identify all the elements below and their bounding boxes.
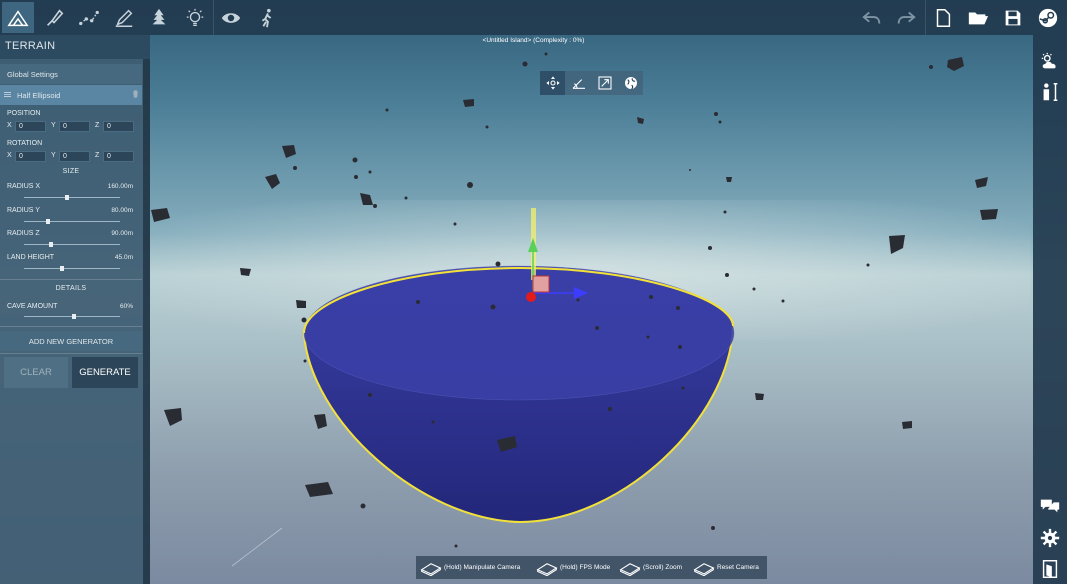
island-title: <Untitled Island> (Complexity : 0%) (482, 37, 585, 44)
slider-value: 90.00m (111, 230, 133, 237)
size-heading: SIZE (62, 168, 80, 175)
terrain-panel: TERRAIN Global Settings Half Ellipsoid P… (0, 35, 150, 584)
terrain-icon[interactable] (2, 2, 34, 33)
cave-amount-thumb[interactable] (71, 314, 76, 319)
slider-track[interactable] (24, 244, 120, 245)
right-sidebar (1033, 35, 1067, 584)
mouse-scroll-icon (619, 562, 641, 576)
walk-icon[interactable] (251, 2, 283, 33)
rotate-icon[interactable] (566, 71, 591, 95)
control-hints: (Hold) Manipulate Camera (Hold) FPS Mode (… (416, 556, 767, 579)
hint-item: (Scroll) Zoom (619, 556, 682, 579)
gizmo-toolbar (540, 71, 643, 95)
position-y-field[interactable]: 0 (59, 121, 90, 132)
clear-button[interactable]: CLEAR (4, 357, 68, 388)
cave-amount-value: 60% (119, 303, 133, 310)
rotation-label: ROTATION (7, 140, 43, 147)
mouse-middle-icon (693, 562, 715, 576)
generator-label: Half Ellipsoid (17, 91, 61, 100)
rotation-x-axis: X (7, 152, 12, 159)
slider-label: RADIUS Z (7, 230, 40, 237)
slider-label: RADIUS X (7, 183, 41, 190)
save-icon[interactable] (997, 2, 1029, 33)
light-icon[interactable] (179, 2, 211, 33)
island-scene (150, 52, 1030, 567)
panel-scrollbar[interactable] (143, 59, 150, 584)
hint-item: (Hold) FPS Mode (536, 556, 610, 579)
hint-text: (Hold) Manipulate Camera (444, 564, 521, 571)
move-icon[interactable] (540, 71, 565, 95)
add-generator-button[interactable]: ADD NEW GENERATOR (0, 331, 142, 351)
cave-amount-label: CAVE AMOUNT (7, 303, 58, 310)
position-x-axis: X (7, 122, 12, 129)
slider-track[interactable] (24, 197, 120, 198)
undo-icon[interactable] (856, 2, 888, 33)
rotation-y-field[interactable]: 0 (59, 151, 90, 162)
slider-value: 160.00m (107, 183, 133, 190)
scale-figure-icon[interactable] (1037, 79, 1063, 105)
position-z-field[interactable]: 0 (103, 121, 134, 132)
slider-track[interactable] (24, 268, 120, 269)
rotation-y-axis: Y (51, 152, 56, 159)
eye-icon[interactable] (215, 2, 247, 33)
open-folder-icon[interactable] (962, 2, 994, 33)
position-x-field[interactable]: 0 (15, 121, 46, 132)
slider-thumb[interactable] (60, 266, 65, 271)
delete-icon[interactable] (132, 90, 139, 98)
slider-thumb[interactable] (48, 242, 53, 247)
hint-text: (Scroll) Zoom (643, 564, 683, 571)
hint-item: (Hold) Manipulate Camera (420, 556, 520, 579)
slider-track[interactable] (24, 221, 120, 222)
drag-handle-icon[interactable] (4, 91, 11, 98)
position-z-axis: Z (95, 122, 100, 129)
brush-icon[interactable] (38, 2, 70, 33)
details-heading: DETAILS (55, 285, 87, 292)
slider-label: RADIUS Y (7, 207, 40, 214)
weather-icon[interactable] (1037, 49, 1063, 75)
rotation-x-field[interactable]: 0 (15, 151, 46, 162)
exit-icon[interactable] (1037, 556, 1063, 582)
chat-icon[interactable] (1037, 493, 1063, 519)
mouse-right-icon (420, 562, 442, 576)
slider-thumb[interactable] (46, 219, 50, 224)
position-y-axis: Y (51, 122, 56, 129)
global-settings-button[interactable]: Global Settings (0, 64, 142, 84)
rotation-z-axis: Z (95, 152, 100, 159)
top-toolbar (0, 0, 1067, 35)
rotation-z-field[interactable]: 0 (103, 151, 134, 162)
hint-item: Reset Camera (693, 556, 759, 579)
slider-value: 45.0m (114, 254, 133, 261)
steam-icon[interactable] (1032, 2, 1064, 33)
generator-item[interactable]: Half Ellipsoid (0, 85, 142, 105)
world-icon[interactable] (618, 71, 643, 95)
paint-icon[interactable] (108, 2, 140, 33)
generate-button[interactable]: GENERATE (72, 357, 138, 388)
slider-thumb[interactable] (65, 195, 70, 200)
scale-icon[interactable] (592, 71, 617, 95)
panel-title: TERRAIN (0, 35, 150, 59)
slider-value: 80.00m (111, 207, 133, 214)
position-label: POSITION (7, 110, 41, 117)
hint-text: Reset Camera (717, 564, 759, 571)
mouse-left-icon (536, 562, 558, 576)
path-icon[interactable] (73, 2, 105, 33)
redo-icon[interactable] (890, 2, 922, 33)
hint-text: (Hold) FPS Mode (560, 564, 611, 571)
new-file-icon[interactable] (927, 2, 959, 33)
slider-label: LAND HEIGHT (7, 254, 55, 261)
3d-viewport[interactable] (0, 0, 1067, 584)
settings-icon[interactable] (1037, 525, 1063, 551)
tree-icon[interactable] (143, 2, 175, 33)
